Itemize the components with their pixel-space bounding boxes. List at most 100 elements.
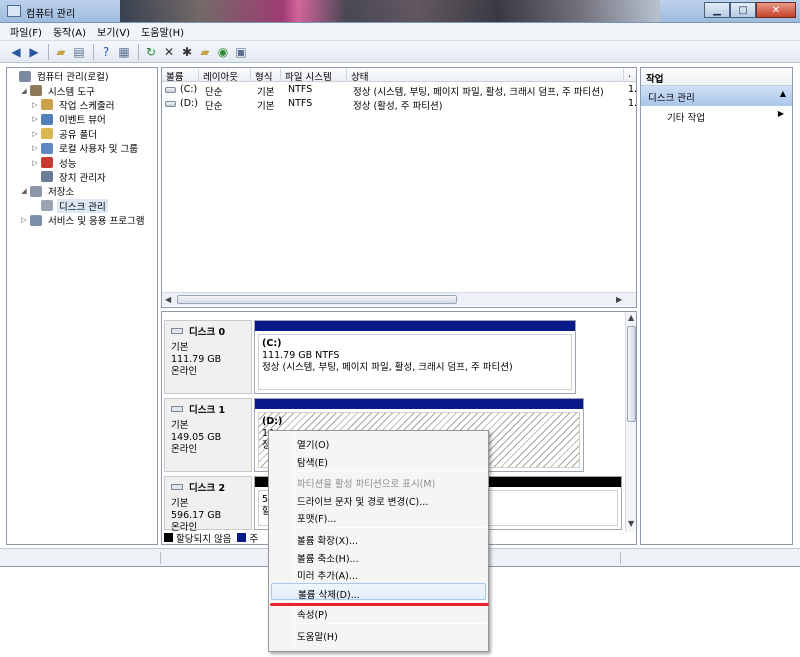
disk-name: 디스크 2 [189, 483, 226, 494]
disk-size: 596.17 GB [171, 510, 222, 521]
expand-arrow-icon[interactable]: ▷ [31, 115, 39, 123]
horizontal-scrollbar[interactable]: ◀ ▶ [162, 292, 636, 306]
help-icon[interactable]: ? [98, 44, 114, 60]
tree-item[interactable]: ▷ 성능 [7, 155, 157, 170]
settings-icon[interactable]: ✱ [179, 44, 195, 60]
scroll-up-icon[interactable]: ▲ [628, 313, 634, 322]
column-type[interactable]: 형식 [251, 69, 281, 81]
back-arrow-icon[interactable]: ◀ [8, 44, 24, 60]
disk-name: 디스크 1 [189, 405, 226, 416]
tree-item-label: 시스템 도구 [48, 86, 95, 98]
disk-1-label[interactable]: 디스크 1 기본 149.05 GB 온라인 [164, 398, 252, 472]
collapse-icon[interactable]: ▲ [780, 89, 786, 98]
context-menu-item[interactable]: 미러 추가(A)... [271, 565, 486, 582]
drive-icon [165, 86, 176, 93]
tree-node-icon [41, 113, 53, 125]
volume-layout: 단순 [205, 101, 223, 112]
menu-separator [297, 470, 485, 472]
computer-management-icon [7, 5, 21, 17]
partition-label: (C:) [262, 338, 282, 349]
column-layout[interactable]: 레이아웃 [199, 69, 251, 81]
refresh-icon[interactable]: ↻ [143, 44, 159, 60]
tree-item-label: 이벤트 뷰어 [59, 115, 106, 127]
actions-item-more[interactable]: 기타 작업 ▶ [641, 106, 792, 124]
maximize-button[interactable]: □ [730, 2, 756, 18]
disk-name: 디스크 0 [189, 327, 226, 338]
context-menu-item[interactable]: 볼륨 축소(H)... [271, 548, 486, 565]
actions-section-disk-management[interactable]: 디스크 관리 ▲ [641, 86, 792, 106]
minimize-icon: ▁ [713, 4, 721, 16]
scroll-right-icon[interactable]: ▶ [616, 295, 622, 304]
export-icon[interactable]: ▣ [233, 44, 249, 60]
context-menu-item[interactable]: 열기(O) [271, 434, 486, 451]
expand-arrow-icon[interactable]: ▷ [31, 159, 39, 167]
scroll-down-icon[interactable]: ▼ [628, 519, 634, 528]
disk-kind: 기본 [171, 342, 189, 353]
tree-item[interactable]: ▷ 로컬 사용자 및 그룹 [7, 141, 157, 155]
menu-bar: 파일(F) 동작(A) 보기(V) 도움말(H) [0, 23, 800, 41]
open-icon[interactable]: ▰ [197, 44, 213, 60]
vertical-scrollbar[interactable]: ▲ ▼ [625, 312, 636, 532]
close-button[interactable]: ✕ [756, 2, 796, 18]
context-menu-item[interactable]: 볼륨 확장(X)... [271, 530, 486, 547]
expand-arrow-icon[interactable]: ▷ [31, 130, 39, 138]
column-filesystem[interactable]: 파일 시스템 [281, 69, 347, 81]
column-volume[interactable]: 볼륨 [162, 69, 199, 81]
tree-item[interactable]: ▷ 공유 폴더 [7, 127, 157, 141]
tree-item[interactable]: ◢ 저장소 [7, 184, 157, 198]
column-extra[interactable]: . [624, 69, 636, 81]
disk-size: 149.05 GB [171, 432, 222, 443]
search-icon[interactable]: ◉ [215, 44, 231, 60]
tree-item[interactable]: 디스크 관리 [7, 198, 157, 213]
volume-row[interactable]: (C:) 단순 기본 NTFS 정상 (시스템, 부팅, 페이지 파일, 활성,… [162, 84, 636, 98]
context-menu-item[interactable]: 탐색(E) [271, 452, 486, 469]
partition-c[interactable]: (C:) 111.79 GB NTFS 정상 (시스템, 부팅, 페이지 파일,… [254, 320, 576, 394]
disk-state: 온라인 [171, 444, 198, 455]
expand-arrow-icon[interactable]: ◢ [20, 187, 28, 195]
tree-node-icon [19, 70, 31, 82]
partition-label: (D:) [262, 416, 283, 427]
tree-item[interactable]: ◢ 시스템 도구 [7, 83, 157, 98]
volume-row[interactable]: (D:) 단순 기본 NTFS 정상 (활성, 주 파티션) 1. [162, 98, 636, 112]
tree-item[interactable]: ▷ 작업 스케줄러 [7, 98, 157, 112]
submenu-arrow-icon: ▶ [777, 109, 784, 118]
minimize-button[interactable]: ▁ [704, 2, 730, 18]
menu-file[interactable]: 파일(F) [10, 24, 42, 39]
title-bar: 컴퓨터 관리 ▁ □ ✕ [0, 0, 800, 23]
context-menu-item[interactable]: 볼륨 삭제(D)... [271, 582, 486, 601]
context-menu-item[interactable]: 드라이브 문자 및 경로 변경(C)... [271, 491, 486, 508]
tree-item[interactable]: 컴퓨터 관리(로컬) [7, 69, 157, 83]
legend-primary-label: 주 [249, 533, 259, 545]
menu-action[interactable]: 동작(A) [53, 24, 86, 39]
expand-arrow-icon[interactable]: ▷ [31, 144, 39, 152]
context-menu-item[interactable]: 포맷(F)... [271, 508, 486, 525]
disk-0-label[interactable]: 디스크 0 기본 111.79 GB 온라인 [164, 320, 252, 394]
forward-arrow-icon[interactable]: ▶ [26, 44, 42, 60]
expand-arrow-icon[interactable]: ◢ [20, 87, 28, 95]
menu-view[interactable]: 보기(V) [97, 24, 130, 39]
properties-icon[interactable]: ▦ [116, 44, 132, 60]
tree-item[interactable]: ▷ 이벤트 뷰어 [7, 112, 157, 126]
up-folder-icon[interactable]: ▰ [53, 44, 69, 60]
scroll-thumb[interactable] [627, 326, 636, 422]
disk-icon [171, 406, 183, 412]
drive-icon [165, 100, 176, 107]
context-menu-item[interactable]: 속성(P) [271, 604, 486, 621]
context-menu-item[interactable]: 도움말(H) [271, 626, 486, 643]
tree-item[interactable]: ▷ 서비스 및 응용 프로그램 [7, 213, 157, 227]
tree-node-icon [41, 200, 53, 212]
show-tree-icon[interactable]: ▤ [71, 44, 87, 60]
legend-unallocated-label: 할당되지 않음 [176, 533, 232, 545]
scroll-thumb[interactable] [177, 295, 457, 304]
expand-arrow-icon[interactable]: ▷ [31, 101, 39, 109]
disk-2-label[interactable]: 디스크 2 기본 596.17 GB 온라인 [164, 476, 252, 533]
expand-arrow-icon[interactable]: ▷ [20, 216, 28, 224]
scroll-left-icon[interactable]: ◀ [165, 295, 171, 304]
column-header: 볼륨 레이아웃 형식 파일 시스템 상태 . [162, 68, 636, 82]
tree-item[interactable]: 장치 관리자 [7, 170, 157, 184]
tree-item-label: 공유 폴더 [59, 129, 97, 141]
menu-help[interactable]: 도움말(H) [141, 24, 184, 39]
close-icon: ✕ [771, 4, 781, 16]
delete-icon[interactable]: ✕ [161, 44, 177, 60]
column-status[interactable]: 상태 [347, 69, 624, 81]
